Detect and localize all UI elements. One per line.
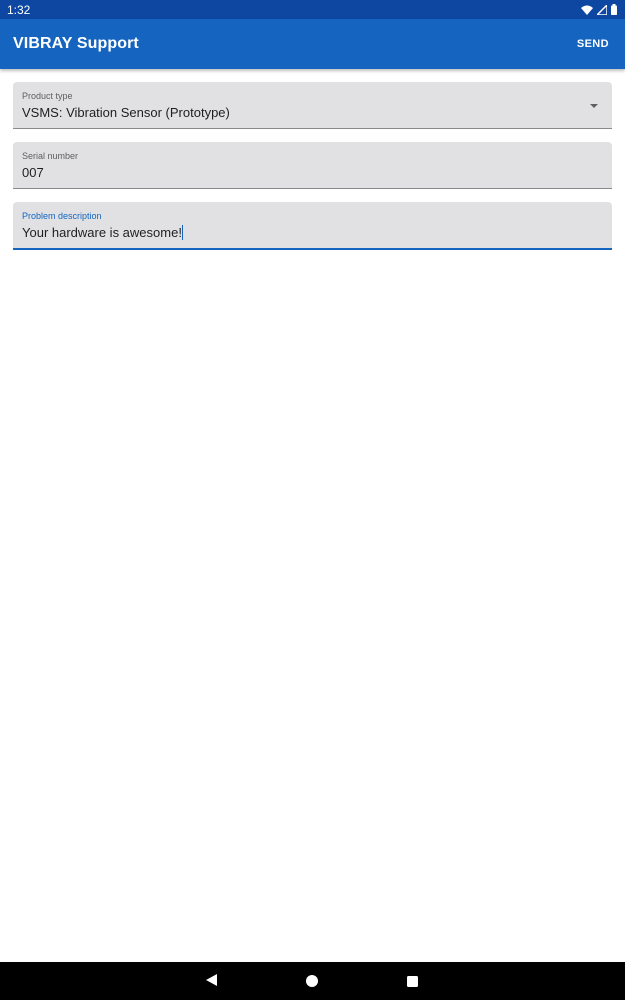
navigation-bar bbox=[0, 962, 625, 1000]
wifi-icon bbox=[581, 5, 593, 15]
signal-icon bbox=[597, 4, 607, 15]
problem-description-value-wrap: Your hardware is awesome! bbox=[22, 225, 184, 240]
status-icons bbox=[581, 4, 617, 15]
serial-number-field[interactable]: Serial number 007 bbox=[13, 142, 612, 189]
app-title: VIBRAY Support bbox=[13, 35, 139, 52]
recents-icon[interactable] bbox=[407, 976, 418, 987]
product-type-label: Product type bbox=[22, 91, 73, 101]
dropdown-arrow-icon bbox=[590, 104, 598, 108]
home-icon[interactable] bbox=[306, 975, 318, 987]
product-type-value: VSMS: Vibration Sensor (Prototype) bbox=[22, 105, 230, 120]
back-icon[interactable] bbox=[206, 974, 217, 986]
app-bar: VIBRAY Support SEND bbox=[0, 19, 625, 69]
problem-description-field[interactable]: Problem description Your hardware is awe… bbox=[13, 202, 612, 250]
problem-description-value: Your hardware is awesome! bbox=[22, 225, 182, 240]
product-type-dropdown[interactable]: Product type VSMS: Vibration Sensor (Pro… bbox=[13, 82, 612, 129]
problem-description-label: Problem description bbox=[22, 211, 102, 221]
status-time: 1:32 bbox=[7, 2, 31, 17]
battery-icon bbox=[611, 4, 617, 15]
serial-number-value: 007 bbox=[22, 165, 44, 180]
send-button[interactable]: SEND bbox=[577, 38, 609, 50]
status-bar: 1:32 bbox=[0, 0, 625, 19]
screen: 1:32 VIBRAY Support SEND Product type VS… bbox=[0, 0, 625, 1000]
serial-number-label: Serial number bbox=[22, 151, 79, 161]
text-caret bbox=[181, 225, 184, 240]
